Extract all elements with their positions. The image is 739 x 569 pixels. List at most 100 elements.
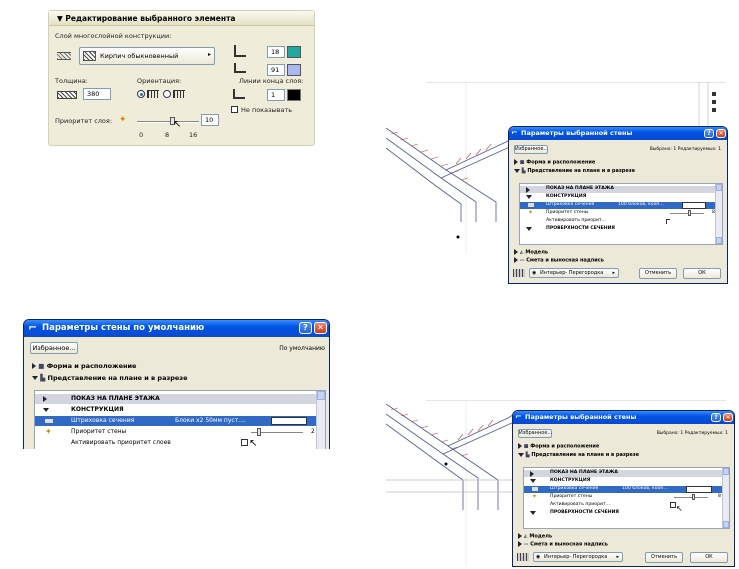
eye-icon: ◉ bbox=[532, 270, 537, 276]
close-icon[interactable]: ✕ bbox=[723, 413, 733, 422]
priority-slider[interactable] bbox=[674, 497, 708, 499]
row-construction[interactable]: КОНСТРУКЦИЯ bbox=[524, 478, 729, 485]
row-activate[interactable]: Активировать приорит... ↖ bbox=[524, 502, 729, 513]
selection-info: Выбрано: 1 Редактируемых: 1 bbox=[649, 147, 721, 152]
panel-header-label: Редактирование выбранного элемента bbox=[65, 14, 236, 23]
row-floor-plan[interactable]: ПОКАЗ НА ПЛАНЕ ЭТАЖА bbox=[35, 394, 325, 404]
ok-button[interactable]: ОК bbox=[690, 552, 728, 563]
favorites-button[interactable]: Избранное... bbox=[514, 145, 548, 154]
layer-icon bbox=[517, 553, 529, 561]
row-construction[interactable]: КОНСТРУКЦИЯ bbox=[35, 405, 325, 415]
row-section[interactable]: ПРОВЕРХНОСТИ СЕЧЕНИЯ bbox=[524, 510, 729, 517]
shape-icon: ■ bbox=[523, 443, 529, 450]
material-selector[interactable]: Кирпич обыкновенный ▸ bbox=[79, 47, 215, 65]
hatch-preview-icon bbox=[57, 52, 71, 60]
scroll-up-icon[interactable] bbox=[317, 391, 325, 400]
collapse-icon bbox=[526, 195, 532, 199]
row-label: Штриховка сечения bbox=[546, 202, 595, 207]
section-model[interactable]: ◭ Модель bbox=[514, 249, 548, 256]
priority-field[interactable]: 10 bbox=[201, 114, 219, 126]
section-label: Смета и выносная надпись bbox=[530, 541, 608, 548]
orientation-radio-1[interactable] bbox=[137, 90, 145, 98]
row-section[interactable]: ПРОВЕРХНОСТИ СЕЧЕНИЯ bbox=[520, 226, 722, 233]
section-listing[interactable]: ▭ Смета и выносная надпись bbox=[518, 541, 608, 548]
row-label: Активировать приорит... bbox=[550, 502, 611, 507]
scroll-down-icon[interactable] bbox=[716, 237, 722, 244]
end-line-color-swatch[interactable] bbox=[287, 89, 301, 101]
row-activate[interactable]: Активировать приорит... bbox=[520, 218, 722, 225]
help-icon[interactable]: ? bbox=[704, 129, 714, 138]
hatch-icon bbox=[532, 487, 538, 491]
row-label: КОНСТРУКЦИЯ bbox=[71, 406, 124, 413]
row-activate[interactable]: Активировать приоритет слоев ↖ bbox=[35, 438, 325, 449]
cursor-icon: ↖ bbox=[173, 119, 182, 130]
row-floor-plan[interactable]: ПОКАЗ НА ПЛАНЕ ЭТАЖА bbox=[520, 186, 722, 193]
settings-list: ПОКАЗ НА ПЛАНЕ ЭТАЖА КОНСТРУКЦИЯ Штрихов… bbox=[523, 467, 730, 529]
orientation-radio-2[interactable] bbox=[163, 90, 171, 98]
end-line-pen-field[interactable]: 1 bbox=[267, 89, 285, 101]
layer-select[interactable]: ◉ Интерьер- Перегородка ▸ bbox=[529, 268, 619, 278]
section-listing[interactable]: ▭ Смета и выносная надпись bbox=[514, 257, 604, 264]
row-label: Штриховка сечения bbox=[550, 486, 599, 491]
hatch-selector[interactable] bbox=[682, 202, 706, 209]
scroll-up-icon[interactable] bbox=[716, 184, 722, 191]
layer-label: Слой многослойной конструкции: bbox=[55, 32, 172, 40]
cancel-button[interactable]: Отменить bbox=[639, 268, 677, 279]
priority-slider[interactable] bbox=[670, 213, 704, 215]
pen2-color-swatch[interactable] bbox=[287, 64, 301, 76]
wall-lines bbox=[386, 403, 517, 510]
hatch-selector[interactable] bbox=[271, 417, 307, 425]
section-plan[interactable]: ▙ Представление на плане и в разрезе bbox=[32, 374, 187, 382]
section-shape[interactable]: ■ Форма и расположение bbox=[514, 159, 595, 166]
pen1-field[interactable]: 18 bbox=[267, 46, 285, 58]
row-priority[interactable]: ✦ Приоритет стены 2 bbox=[35, 427, 325, 437]
section-plan[interactable]: ▙ Представление на плане и в разрезе bbox=[518, 452, 639, 458]
pen2-field[interactable]: 91 bbox=[267, 64, 285, 76]
ok-button[interactable]: ОК bbox=[683, 268, 721, 279]
activate-checkbox[interactable] bbox=[241, 439, 248, 446]
help-icon[interactable]: ? bbox=[711, 413, 721, 422]
section-plan[interactable]: ▙ Представление на плане и в разрезе bbox=[514, 168, 635, 174]
plan-section-icon: ▙ bbox=[525, 452, 530, 458]
hide-checkbox[interactable] bbox=[231, 106, 238, 113]
section-shape[interactable]: ■ Форма и расположение bbox=[32, 362, 136, 370]
layer-select[interactable]: ◉ Интерьер- Перегородка ▸ bbox=[533, 552, 623, 562]
arrow-right-icon: ▸ bbox=[612, 270, 615, 276]
help-icon[interactable]: ? bbox=[299, 322, 312, 334]
pen1-color-swatch[interactable] bbox=[287, 46, 301, 58]
priority-slider-thumb[interactable] bbox=[257, 428, 261, 436]
row-hatch[interactable]: Штриховка сечения 100 блоков, кооп... bbox=[520, 202, 722, 209]
checkbox[interactable] bbox=[666, 219, 670, 224]
scrollbar[interactable] bbox=[722, 468, 729, 528]
hatch-selector[interactable] bbox=[686, 486, 712, 493]
favorites-button[interactable]: Избранное... bbox=[518, 429, 552, 438]
thickness-field[interactable]: 380 bbox=[83, 88, 111, 100]
model-icon: ◭ bbox=[523, 533, 528, 540]
cancel-button[interactable]: Отменить bbox=[645, 552, 683, 563]
dialog-title: Параметры стены по умолчанию bbox=[42, 323, 205, 333]
scrollbar[interactable] bbox=[316, 391, 325, 449]
close-icon[interactable]: ✕ bbox=[716, 129, 726, 138]
collapse-icon bbox=[43, 408, 49, 412]
row-value: 100 блоков, кооп... bbox=[622, 486, 668, 491]
orientation-label: Ориентация: bbox=[137, 77, 182, 85]
row-floor-plan[interactable]: ПОКАЗ НА ПЛАНЕ ЭТАЖА bbox=[524, 470, 729, 477]
scroll-up-icon[interactable] bbox=[723, 468, 729, 475]
section-shape[interactable]: ■ Форма и расположение bbox=[518, 443, 599, 450]
row-hatch[interactable]: Штриховка сечения Блоки x2 50мм пуст.... bbox=[35, 416, 325, 426]
row-value: 2 bbox=[311, 428, 315, 435]
priority-slider-thumb[interactable] bbox=[688, 210, 691, 216]
priority-slider-track[interactable] bbox=[137, 121, 199, 123]
panel-header[interactable]: ▼ Редактирование выбранного элемента bbox=[49, 11, 314, 26]
section-model[interactable]: ◭ Модель bbox=[518, 533, 552, 540]
favorites-button[interactable]: Избранное... bbox=[30, 342, 78, 354]
row-construction[interactable]: КОНСТРУКЦИЯ bbox=[520, 194, 722, 201]
priority-slider-thumb[interactable] bbox=[692, 494, 695, 500]
scroll-down-icon[interactable] bbox=[723, 521, 729, 528]
row-priority[interactable]: ✦ Приоритет стены 8 bbox=[524, 493, 729, 501]
row-hatch[interactable]: Штриховка сечения 100 блоков, кооп... bbox=[524, 486, 729, 493]
scrollbar[interactable] bbox=[715, 184, 722, 244]
edit-selected-element-panel: ▼ Редактирование выбранного элемента Сло… bbox=[48, 10, 315, 146]
row-priority[interactable]: ✦ Приоритет стены 8 bbox=[520, 209, 722, 217]
close-icon[interactable]: ✕ bbox=[314, 322, 327, 334]
